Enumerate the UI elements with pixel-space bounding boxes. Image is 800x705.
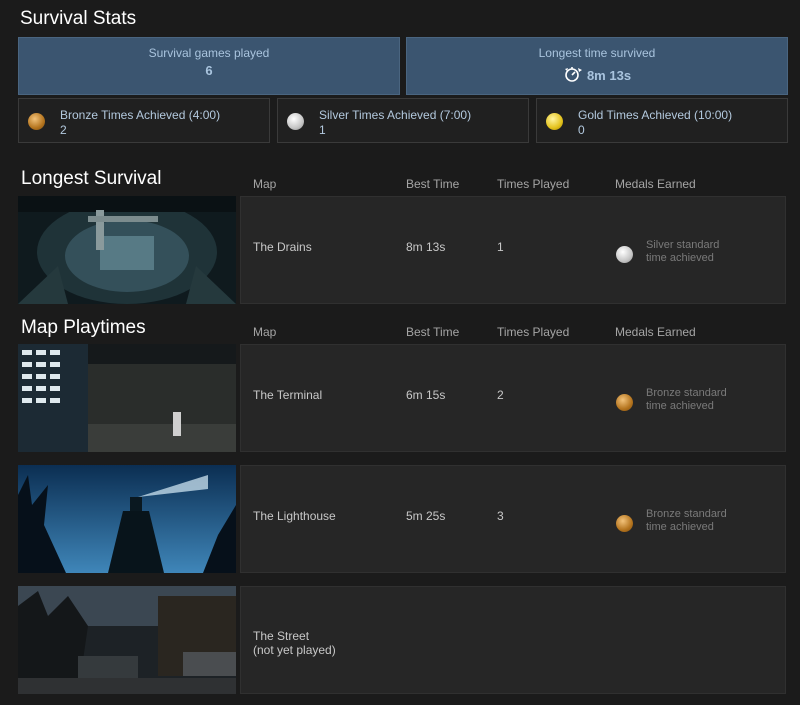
map-name: The Terminal xyxy=(253,388,323,402)
map-row-panel: The Lighthouse 5m 25s 3 Bronze standard … xyxy=(240,465,786,573)
medal-note-line1: Bronze standard xyxy=(646,508,727,520)
bronze-times-label: Bronze Times Achieved (4:00) xyxy=(60,108,221,122)
map-row-panel: The Drains 8m 13s 1 Silver standard time… xyxy=(240,196,786,304)
map-name: The Street xyxy=(253,629,310,643)
column-header-times-played: Times Played xyxy=(497,325,570,339)
column-header-medals-earned: Medals Earned xyxy=(615,325,696,339)
gold-medal-icon xyxy=(546,113,563,130)
silver-times-count: 1 xyxy=(319,123,326,137)
games-played-box: Survival games played 6 xyxy=(18,37,400,95)
best-time: 6m 15s xyxy=(406,388,446,402)
table-row: The Lighthouse 5m 25s 3 Bronze standard … xyxy=(18,465,786,573)
gold-times-box: Gold Times Achieved (10:00) 0 xyxy=(536,98,788,143)
medal-note-line2: time achieved xyxy=(646,521,714,533)
map-row-panel: The Terminal 6m 15s 2 Bronze standard ti… xyxy=(240,344,786,452)
map-status: (not yet played) xyxy=(253,643,336,657)
times-played: 3 xyxy=(497,509,504,523)
bronze-times-box: Bronze Times Achieved (4:00) 2 xyxy=(18,98,270,143)
medal-note: Silver standard time achieved xyxy=(646,239,719,265)
silver-medal-icon xyxy=(616,246,633,263)
longest-time-label: Longest time survived xyxy=(538,46,656,60)
map-thumbnail-street xyxy=(18,586,236,694)
map-name: The Lighthouse xyxy=(253,509,336,523)
medal-note: Bronze standard time achieved xyxy=(646,387,727,413)
longest-time-box: Longest time survived 8m 13s xyxy=(406,37,788,95)
stopwatch-icon xyxy=(563,65,583,86)
best-time: 8m 13s xyxy=(406,240,446,254)
gold-times-label: Gold Times Achieved (10:00) xyxy=(578,108,733,122)
map-thumbnail-terminal xyxy=(18,344,236,452)
column-header-times-played: Times Played xyxy=(497,177,570,191)
column-header-map: Map xyxy=(253,177,277,191)
medal-note-line1: Silver standard xyxy=(646,239,720,251)
silver-times-label: Silver Times Achieved (7:00) xyxy=(319,108,472,122)
games-played-label: Survival games played xyxy=(148,46,270,60)
times-played: 1 xyxy=(497,240,504,254)
bronze-medal-icon xyxy=(616,394,633,411)
table-row: The Drains 8m 13s 1 Silver standard time… xyxy=(18,196,786,304)
bronze-times-count: 2 xyxy=(60,123,67,137)
medal-note: Bronze standard time achieved xyxy=(646,508,727,534)
map-thumbnail-drains xyxy=(18,196,236,304)
silver-times-box: Silver Times Achieved (7:00) 1 xyxy=(277,98,529,143)
bronze-medal-icon xyxy=(616,515,633,532)
column-header-best-time: Best Time xyxy=(406,177,460,191)
times-played: 2 xyxy=(497,388,504,402)
medal-note-line2: time achieved xyxy=(646,400,714,412)
map-name: The Drains xyxy=(253,240,312,254)
longest-time-value-row: 8m 13s xyxy=(407,65,787,86)
longest-time-value: 8m 13s xyxy=(586,68,632,83)
column-header-map: Map xyxy=(253,325,277,339)
silver-medal-icon xyxy=(287,113,304,130)
gold-times-count: 0 xyxy=(578,123,585,137)
map-thumbnail-lighthouse xyxy=(18,465,236,573)
column-header-medals-earned: Medals Earned xyxy=(615,177,696,191)
medal-note-line2: time achieved xyxy=(646,252,714,264)
map-playtimes-title: Map Playtimes xyxy=(21,317,146,338)
table-row: The Terminal 6m 15s 2 Bronze standard ti… xyxy=(18,344,786,452)
medal-note-line1: Bronze standard xyxy=(646,387,727,399)
longest-survival-title: Longest Survival xyxy=(21,168,162,189)
table-row: The Street (not yet played) xyxy=(18,586,786,694)
survival-stats-title: Survival Stats xyxy=(20,8,137,29)
games-played-value: 6 xyxy=(205,63,213,78)
column-header-best-time: Best Time xyxy=(406,325,460,339)
bronze-medal-icon xyxy=(28,113,45,130)
map-row-panel: The Street (not yet played) xyxy=(240,586,786,694)
best-time: 5m 25s xyxy=(406,509,446,523)
